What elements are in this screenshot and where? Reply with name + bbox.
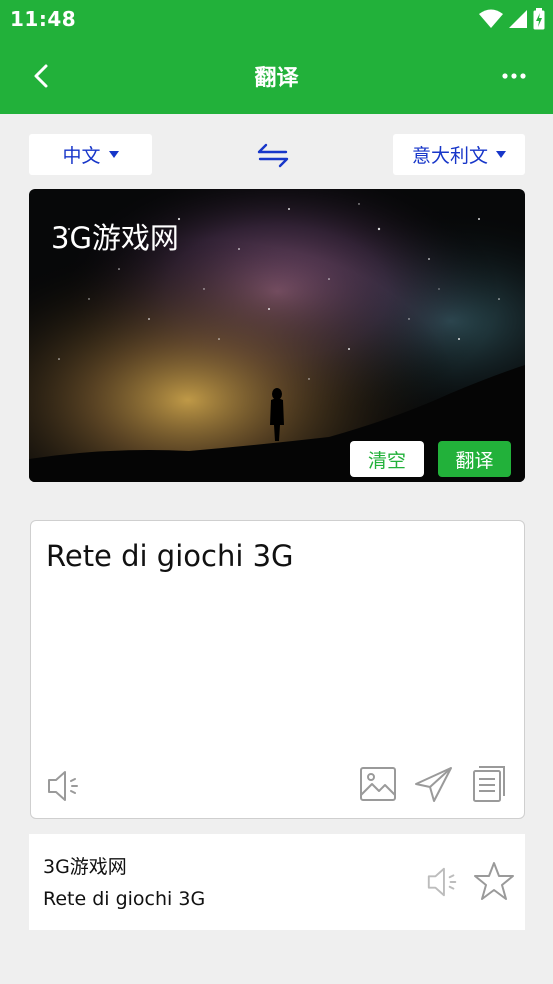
copy-icon[interactable] <box>471 765 507 803</box>
caret-down-icon <box>108 151 119 158</box>
signal-icon <box>509 10 527 28</box>
app-bar: 翻译 <box>0 38 553 114</box>
result-text: Rete di giochi 3G <box>46 539 294 573</box>
translate-button[interactable]: 翻译 <box>438 441 511 477</box>
input-text[interactable]: 3G游戏网 <box>51 215 179 257</box>
clear-button[interactable]: 清空 <box>350 441 424 477</box>
history-translation-text: Rete di giochi 3G <box>43 888 206 910</box>
status-icons <box>479 8 545 30</box>
history-source-text: 3G游戏网 <box>43 856 127 878</box>
more-vertical-icon[interactable] <box>499 62 529 90</box>
result-card: Rete di giochi 3G <box>30 520 525 819</box>
star-icon[interactable] <box>473 861 515 901</box>
image-icon[interactable] <box>359 765 397 803</box>
battery-icon <box>533 8 545 30</box>
target-language-label: 意大利文 <box>411 145 488 167</box>
swap-icon[interactable] <box>256 142 290 168</box>
target-language-select[interactable]: 意大利文 <box>393 134 525 175</box>
speaker-icon[interactable] <box>425 864 461 900</box>
status-bar: 11:48 <box>0 0 553 38</box>
source-language-label: 中文 <box>62 145 101 167</box>
history-item[interactable]: 3G游戏网 Rete di giochi 3G <box>29 834 525 930</box>
wifi-icon <box>479 9 503 28</box>
caret-down-icon <box>496 151 506 158</box>
page-title: 翻译 <box>254 66 299 91</box>
input-card[interactable]: 3G游戏网 清空 翻译 <box>29 189 525 482</box>
status-time: 11:48 <box>10 7 77 31</box>
send-icon[interactable] <box>413 765 453 803</box>
speaker-icon[interactable] <box>45 767 83 805</box>
source-language-select[interactable]: 中文 <box>29 134 152 175</box>
